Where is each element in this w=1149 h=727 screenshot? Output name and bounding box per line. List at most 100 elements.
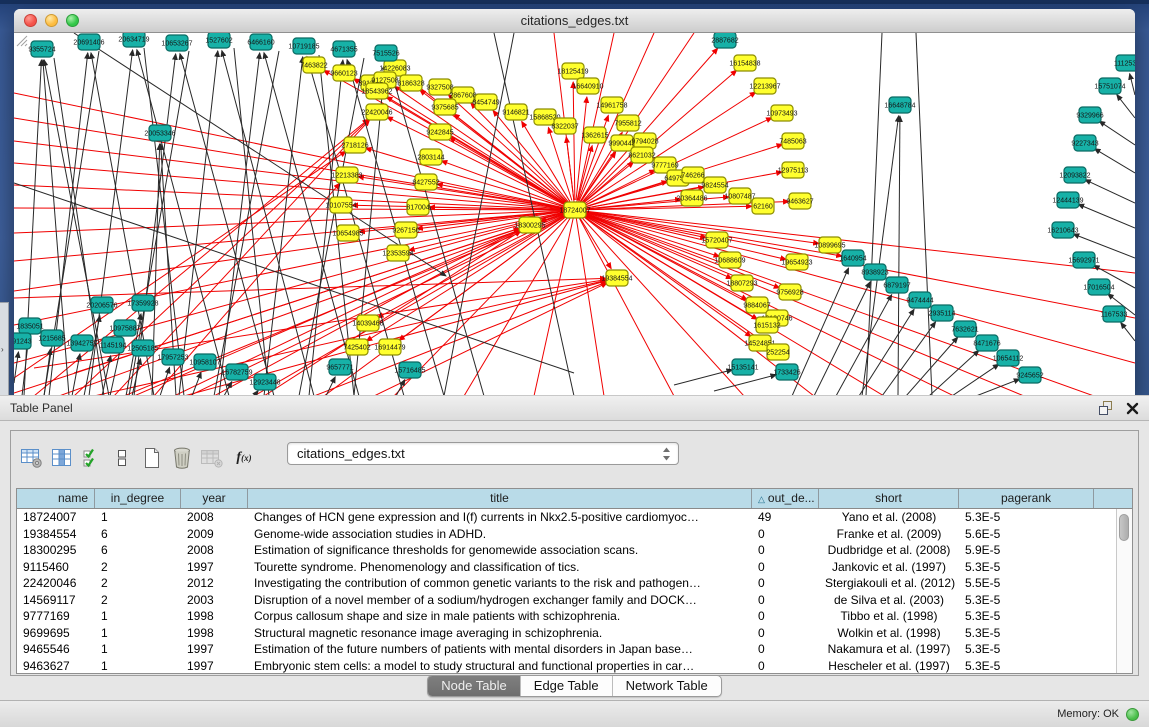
graph-node-17957253[interactable]: 17957253 bbox=[157, 349, 188, 365]
graph-node-16914479[interactable]: 16914479 bbox=[374, 339, 405, 355]
graph-node-20053346[interactable]: 20053346 bbox=[144, 125, 175, 141]
graph-node-7463822[interactable]: 7463822 bbox=[300, 57, 327, 73]
table-row[interactable]: 2242004622012Investigating the contribut… bbox=[17, 575, 1132, 592]
graph-node-12213967[interactable]: 12213967 bbox=[749, 78, 780, 94]
table-row[interactable]: 1830029562008Estimation of significance … bbox=[17, 542, 1132, 559]
column-header-short[interactable]: short bbox=[819, 489, 959, 508]
tab-network-table[interactable]: Network Table bbox=[612, 676, 721, 696]
graph-node-391243[interactable]: 391243 bbox=[14, 333, 32, 349]
delete-table-button[interactable] bbox=[167, 441, 197, 475]
graph-node-1112539[interactable]: 1112539 bbox=[1114, 55, 1135, 71]
graph-node-15692971[interactable]: 15692971 bbox=[1068, 252, 1099, 268]
graph-node-1167533[interactable]: 1167533 bbox=[1101, 306, 1128, 322]
graph-node-10958107[interactable]: 10958107 bbox=[189, 354, 220, 370]
graph-node-746266[interactable]: 746266 bbox=[681, 167, 704, 183]
graph-node-8938923[interactable]: 8938923 bbox=[861, 264, 888, 280]
graph-node-9824554[interactable]: 9824554 bbox=[701, 177, 728, 193]
graph-node-20364486[interactable]: 20364486 bbox=[676, 190, 707, 206]
graph-node-8454749[interactable]: 8454749 bbox=[472, 94, 499, 110]
graph-node-2887682[interactable]: 2887682 bbox=[711, 33, 738, 48]
resize-grip-icon[interactable] bbox=[14, 33, 28, 47]
graph-node-6466160[interactable]: 6466160 bbox=[247, 34, 274, 50]
clear-selection-button[interactable] bbox=[107, 441, 137, 475]
graph-node-12093822[interactable]: 12093822 bbox=[1059, 167, 1090, 183]
graph-node-1835051[interactable]: 1835051 bbox=[16, 318, 43, 334]
graph-node-1215685[interactable]: 1215685 bbox=[38, 330, 65, 346]
graph-node-12975113[interactable]: 12975113 bbox=[778, 162, 809, 178]
table-selector-dropdown[interactable]: citations_edges.txt bbox=[287, 442, 679, 465]
column-header-year[interactable]: year bbox=[181, 489, 248, 508]
graph-node-9657771[interactable]: 9657771 bbox=[326, 359, 353, 375]
graph-node-16648784[interactable]: 16648784 bbox=[884, 97, 915, 113]
network-canvas[interactable]: 1872400718300295193845547463822966012389… bbox=[14, 33, 1135, 395]
graph-node-20206576[interactable]: 20206576 bbox=[86, 297, 117, 313]
table-row[interactable]: 946362711997Embryonic stem cells: a mode… bbox=[17, 658, 1132, 675]
graph-node-8322037[interactable]: 8322037 bbox=[551, 118, 578, 134]
graph-node-7515526[interactable]: 7515526 bbox=[372, 45, 399, 61]
graph-node-252254[interactable]: 252254 bbox=[766, 344, 789, 360]
graph-node-7425402[interactable]: 7425402 bbox=[343, 339, 370, 355]
graph-node-18125419[interactable]: 18125419 bbox=[557, 63, 588, 79]
graph-node-10107554[interactable]: 10107554 bbox=[325, 197, 356, 213]
network-window[interactable]: citations_edges.txt 18724007183002951938… bbox=[14, 9, 1135, 395]
column-header-in_degree[interactable]: in_degree bbox=[95, 489, 181, 508]
table-row[interactable]: 1938455462009Genome-wide association stu… bbox=[17, 526, 1132, 543]
graph-node-10975887[interactable]: 10975887 bbox=[109, 320, 140, 336]
graph-node-8427552[interactable]: 8427552 bbox=[412, 174, 439, 190]
graph-node-1145194[interactable]: 1145194 bbox=[100, 337, 127, 353]
scrollbar-thumb[interactable] bbox=[1119, 514, 1129, 541]
graph-node-19654923[interactable]: 19654923 bbox=[781, 254, 812, 270]
graph-node-18300295[interactable]: 18300295 bbox=[514, 217, 545, 233]
function-builder-button[interactable]: f(x) bbox=[227, 441, 261, 475]
graph-node-15135141[interactable]: 15135141 bbox=[727, 359, 758, 375]
close-panel-icon[interactable] bbox=[1126, 402, 1139, 415]
delete-column-button[interactable] bbox=[197, 441, 227, 475]
graph-node-20691406[interactable]: 20691406 bbox=[73, 34, 104, 50]
graph-node-7632621[interactable]: 7632621 bbox=[951, 321, 978, 337]
close-window-button[interactable] bbox=[24, 14, 37, 27]
select-all-button[interactable] bbox=[77, 441, 107, 475]
graph-node-16782759[interactable]: 16782759 bbox=[221, 364, 252, 380]
graph-node-8471676[interactable]: 8471676 bbox=[973, 335, 1000, 351]
graph-node-13942757[interactable]: 13942757 bbox=[66, 335, 97, 351]
graph-node-10973493[interactable]: 10973493 bbox=[766, 105, 797, 121]
graph-node-8186328[interactable]: 8186328 bbox=[397, 75, 424, 91]
table-settings-button[interactable] bbox=[17, 441, 47, 475]
table-row[interactable]: 1456911722003Disruption of a novel membe… bbox=[17, 592, 1132, 609]
graph-node-7485063[interactable]: 7485063 bbox=[779, 133, 806, 149]
graph-node-12213383[interactable]: 12213383 bbox=[331, 167, 362, 183]
graph-node-10654985[interactable]: 10654985 bbox=[332, 225, 363, 241]
table-row[interactable]: 969969511998Structural magnetic resonanc… bbox=[17, 625, 1132, 642]
graph-node-1733426[interactable]: 1733426 bbox=[773, 364, 800, 380]
column-visibility-button[interactable] bbox=[47, 441, 77, 475]
graph-node-9463627[interactable]: 9463627 bbox=[786, 193, 813, 209]
table-row[interactable]: 911546021997Tourette syndrome. Phenomeno… bbox=[17, 559, 1132, 576]
graph-node-9474444[interactable]: 9474444 bbox=[906, 292, 933, 308]
graph-node-1640954[interactable]: 1640954 bbox=[839, 250, 866, 266]
graph-node-6879197[interactable]: 6879197 bbox=[883, 277, 910, 293]
column-header-out_degree[interactable]: △out_de... bbox=[752, 489, 819, 508]
graph-node-10688609[interactable]: 10688609 bbox=[714, 252, 745, 268]
graph-node-817004[interactable]: 817004 bbox=[406, 199, 429, 215]
graph-node-20634719[interactable]: 20634719 bbox=[118, 33, 149, 47]
table-row[interactable]: 946554611997Estimation of the future num… bbox=[17, 641, 1132, 658]
graph-node-9329966[interactable]: 9329966 bbox=[1076, 107, 1103, 123]
graph-node-10653267[interactable]: 10653267 bbox=[161, 35, 192, 51]
graph-node-10654112[interactable]: 10654112 bbox=[993, 350, 1024, 366]
column-header-pagerank[interactable]: pagerank bbox=[959, 489, 1094, 508]
graph-node-9227343[interactable]: 9227343 bbox=[1071, 135, 1098, 151]
graph-node-15716485[interactable]: 15716485 bbox=[394, 362, 425, 378]
graph-node-16154838[interactable]: 16154838 bbox=[729, 55, 760, 71]
graph-node-10899695[interactable]: 10899695 bbox=[814, 237, 845, 253]
graph-node-2803144[interactable]: 2803144 bbox=[417, 149, 444, 165]
graph-node-9375685[interactable]: 9375685 bbox=[431, 99, 458, 115]
table-row[interactable]: 977716911998Corpus callosum shape and si… bbox=[17, 608, 1132, 625]
collapsed-control-panel-handle[interactable]: › bbox=[0, 302, 9, 398]
graph-node-1615132[interactable]: 1615132 bbox=[753, 317, 780, 333]
graph-node-12923448[interactable]: 12923448 bbox=[249, 374, 280, 390]
column-header-name[interactable]: name bbox=[17, 489, 95, 508]
graph-node-16640910[interactable]: 16640910 bbox=[572, 78, 603, 94]
graph-node-18543962[interactable]: 18543962 bbox=[361, 83, 392, 99]
tab-edge-table[interactable]: Edge Table bbox=[520, 676, 612, 696]
graph-node-9267150[interactable]: 9267150 bbox=[392, 222, 419, 238]
